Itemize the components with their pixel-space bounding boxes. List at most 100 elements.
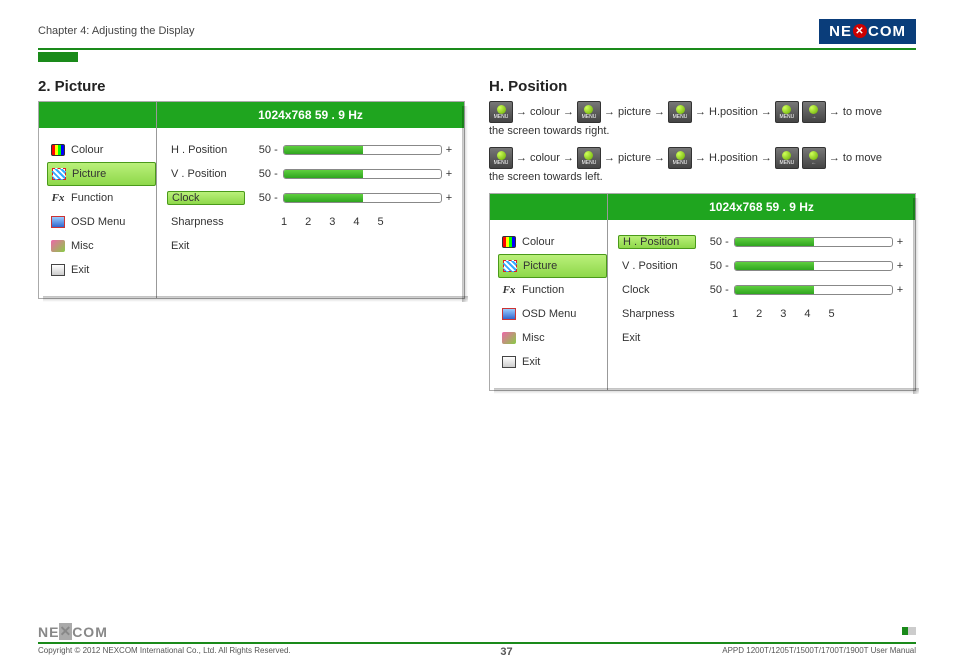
arrow-right-icon: →	[761, 152, 772, 164]
arrow-right-icon: →	[516, 106, 527, 118]
flow-step-text: colour	[530, 152, 560, 164]
misc-icon	[51, 240, 65, 252]
nexcom-logo-footer: NE✕COM	[38, 623, 108, 640]
setting-label: V . Position	[618, 260, 696, 272]
setting-value: 50	[245, 192, 271, 204]
setting-row[interactable]: V . Position50-+	[618, 254, 905, 278]
menu-item-label: Function	[522, 284, 564, 296]
sharpness-values: 12345	[245, 216, 384, 228]
slider-track[interactable]	[734, 237, 893, 247]
button-label: MENU	[494, 161, 509, 166]
menu-item-function[interactable]: FxFunction	[47, 186, 156, 210]
osd-panel-hposition: ColourPictureFxFunctionOSD MenuMiscExit …	[489, 193, 916, 391]
menu-button: MENU	[775, 147, 799, 169]
document-title: APPD 1200T/1205T/1500T/1700T/1900T User …	[722, 646, 916, 658]
exit-icon	[502, 356, 516, 368]
header-tab	[38, 52, 78, 62]
button-label: MENU	[673, 115, 688, 120]
menu-item-colour[interactable]: Colour	[498, 230, 607, 254]
menu-item-function[interactable]: Fx Function	[498, 278, 607, 302]
setting-exit[interactable]: Exit	[618, 326, 905, 350]
button-led-icon	[782, 151, 791, 160]
arrow-right-icon: →	[604, 152, 615, 164]
setting-exit[interactable]: Exit	[167, 234, 454, 258]
arrow-right-icon: →	[654, 152, 665, 164]
setting-sharpness[interactable]: Sharpness12345	[167, 210, 454, 234]
plus-icon: +	[895, 284, 905, 296]
right-button: →	[802, 101, 826, 123]
menu-item-picture[interactable]: Picture	[498, 254, 607, 278]
nav-flow-right-desc: the screen towards right.	[489, 125, 916, 137]
slider-track[interactable]	[283, 193, 442, 203]
arrow-right-icon: →	[654, 106, 665, 118]
minus-icon: -	[271, 192, 281, 204]
setting-label: Sharpness	[618, 308, 696, 320]
menu-item-picture[interactable]: Picture	[47, 162, 156, 186]
setting-row[interactable]: H . Position50-+	[167, 138, 454, 162]
menu-button: MENU	[668, 101, 692, 123]
arrow-right-icon: →	[829, 106, 840, 118]
slider-fill	[735, 238, 814, 246]
arrow-right-icon: →	[829, 152, 840, 164]
flow-step-text: to move	[843, 152, 882, 164]
arrow-right-icon: →	[604, 106, 615, 118]
menu-item-label: Picture	[72, 168, 106, 180]
setting-row[interactable]: Clock50-+	[167, 186, 454, 210]
plus-icon: +	[444, 168, 454, 180]
osd-panel-picture: ColourPictureFxFunctionOSD MenuMiscExit …	[38, 101, 465, 299]
plus-icon: +	[444, 144, 454, 156]
menu-item-exit[interactable]: Exit	[498, 350, 607, 374]
plus-icon: +	[444, 192, 454, 204]
slider-fill	[735, 262, 814, 270]
page-header: Chapter 4: Adjusting the Display NE✕COM	[38, 18, 916, 44]
menu-item-osd[interactable]: OSD Menu	[498, 302, 607, 326]
flow-step-text: H.position	[709, 152, 758, 164]
flow-step-text: H.position	[709, 106, 758, 118]
arrow-right-icon: →	[516, 152, 527, 164]
menu-item-label: Picture	[523, 260, 557, 272]
arrow-right-icon: →	[695, 106, 706, 118]
nav-flow-right: MENU→colour→MENU→picture→MENU→H.position…	[489, 101, 916, 123]
menu-item-misc[interactable]: Misc	[47, 234, 156, 258]
setting-sharpness[interactable]: Sharpness12345	[618, 302, 905, 326]
picture-icon	[503, 260, 517, 272]
osd-sidebar-header	[490, 194, 607, 220]
setting-label: H . Position	[167, 144, 245, 156]
setting-value: 50	[696, 260, 722, 272]
menu-item-label: Misc	[71, 240, 94, 252]
slider-fill	[735, 286, 814, 294]
button-led-icon	[497, 151, 506, 160]
setting-row[interactable]: Clock50-+	[618, 278, 905, 302]
menu-item-colour[interactable]: Colour	[47, 138, 156, 162]
setting-row[interactable]: H . Position50-+	[618, 230, 905, 254]
function-icon: Fx	[502, 284, 516, 296]
setting-label: H . Position	[618, 235, 696, 249]
osd-menu-sidebar: Colour Picture Fx Function OSD MenuMisc Exit	[490, 194, 608, 390]
menu-item-label: Exit	[522, 356, 540, 368]
osd-settings-pane: 1024x768 59 . 9 Hz H . Position50-+V . P…	[157, 102, 464, 298]
menu-item-misc[interactable]: Misc	[498, 326, 607, 350]
menu-item-label: Exit	[71, 264, 89, 276]
page-number: 37	[500, 646, 512, 658]
menu-item-label: Colour	[71, 144, 103, 156]
exit-icon	[51, 264, 65, 276]
slider-track[interactable]	[283, 169, 442, 179]
section-hposition-title: H. Position	[489, 78, 916, 95]
menu-button: MENU	[577, 147, 601, 169]
picture-icon	[52, 168, 66, 180]
menu-item-exit[interactable]: Exit	[47, 258, 156, 282]
menu-item-osd[interactable]: OSD Menu	[47, 210, 156, 234]
setting-value: 50	[696, 284, 722, 296]
slider-track[interactable]	[734, 261, 893, 271]
menu-button: MENU	[489, 147, 513, 169]
menu-button: MENU	[489, 101, 513, 123]
slider-track[interactable]	[283, 145, 442, 155]
flow-step-text: to move	[843, 106, 882, 118]
flow-step-text: colour	[530, 106, 560, 118]
arrow-right-icon: →	[563, 106, 574, 118]
slider-track[interactable]	[734, 285, 893, 295]
menu-button: MENU	[775, 101, 799, 123]
osd-settings-pane: 1024x768 59 . 9 Hz H . Position50-+V . P…	[608, 194, 915, 390]
button-label: ←	[811, 161, 816, 166]
setting-row[interactable]: V . Position50-+	[167, 162, 454, 186]
